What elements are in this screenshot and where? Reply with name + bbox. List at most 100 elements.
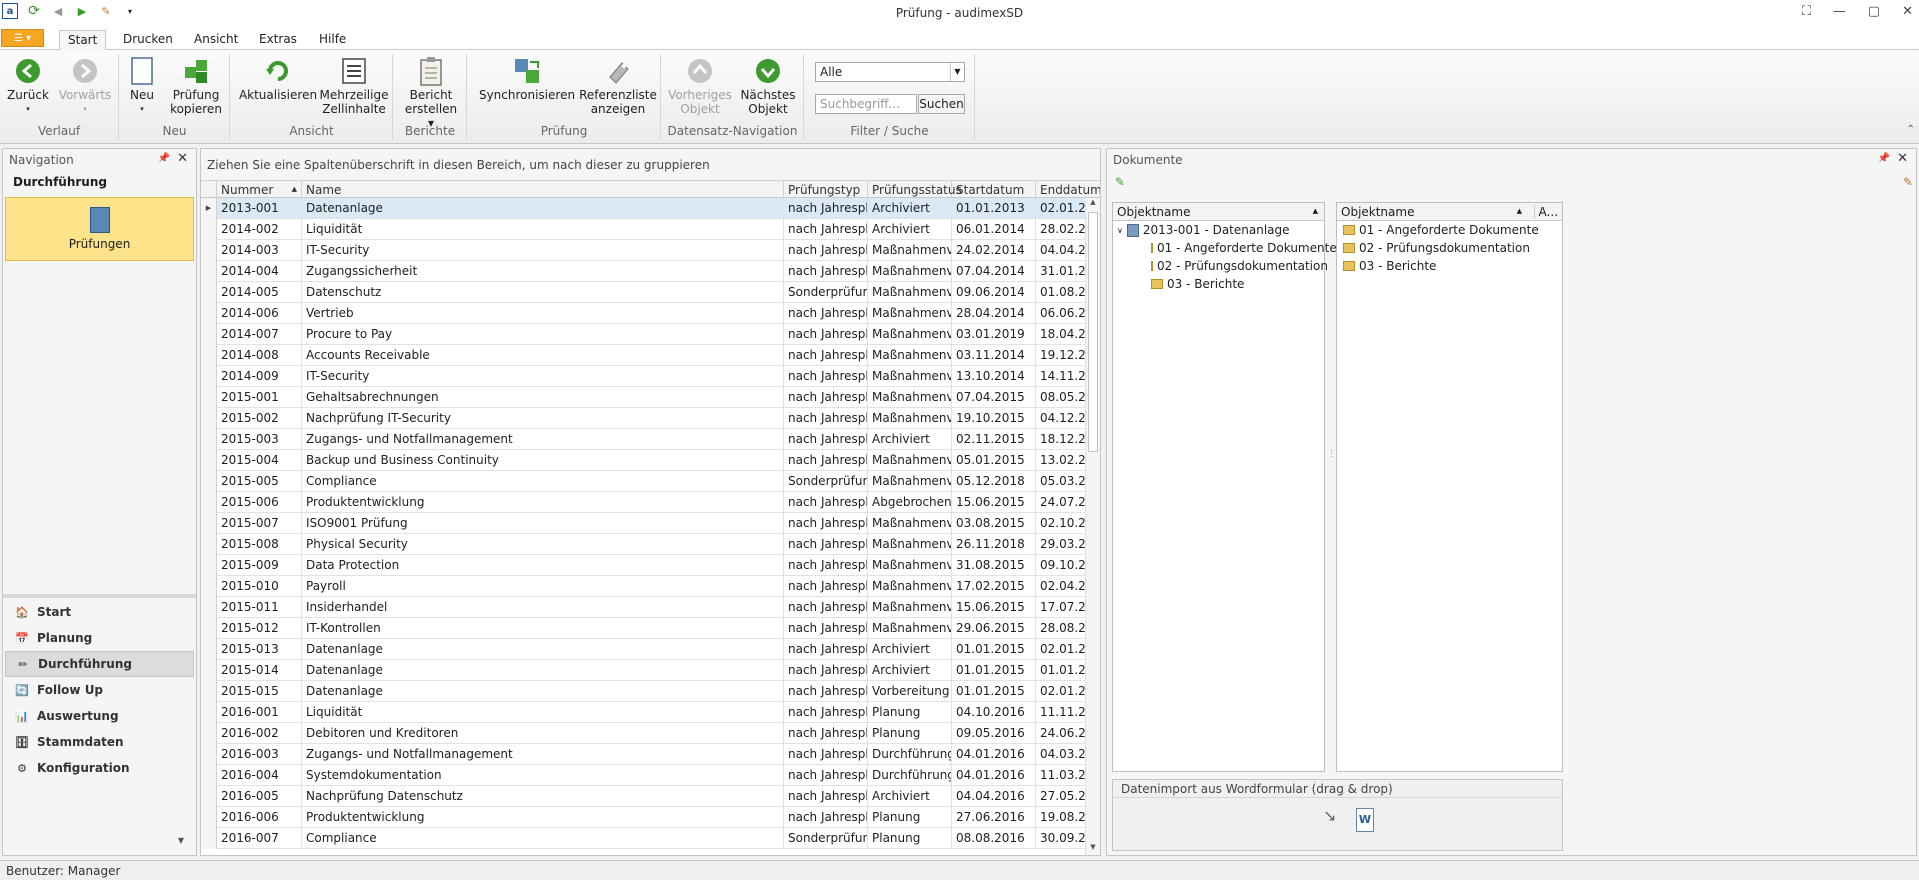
table-row[interactable]: 2016-004Systemdokumentationnach Jahrespl… <box>201 765 1100 786</box>
cell-startdatum[interactable]: 15.06.2015 <box>952 597 1036 618</box>
chevron-down-icon[interactable]: ▼ <box>178 836 184 845</box>
table-row[interactable]: 2015-010Payrollnach JahresplanMaßnahmenv… <box>201 576 1100 597</box>
cell-pruefungsstatus[interactable]: Maßnahmenver... <box>868 408 952 429</box>
next-object-button[interactable]: Nächstes Objekt <box>738 56 798 116</box>
close-icon[interactable]: ✕ <box>1902 4 1913 19</box>
cell-pruefungstyp[interactable]: nach Jahresplan <box>784 723 868 744</box>
cell-pruefungstyp[interactable]: nach Jahresplan <box>784 408 868 429</box>
cell-pruefungsstatus[interactable]: Archiviert <box>868 198 952 219</box>
list-item[interactable]: 02 - Prüfungsdokumentation <box>1337 239 1562 257</box>
column-header-enddatum[interactable]: Enddatum <box>1036 181 1100 198</box>
column-header-startdatum[interactable]: Startdatum <box>952 181 1036 198</box>
cell-nummer[interactable]: 2015-013 <box>217 639 302 660</box>
column-header-pruefungsstatus[interactable]: Prüfungsstatus <box>868 181 962 198</box>
table-row[interactable]: 2014-005DatenschutzSonderprüfungMaßnahme… <box>201 282 1100 303</box>
current-row-indicator-icon[interactable]: ▶ <box>201 198 217 219</box>
cell-pruefungsstatus[interactable]: Maßnahmenver... <box>868 366 952 387</box>
cell-pruefungstyp[interactable]: nach Jahresplan <box>784 786 868 807</box>
row-indicator[interactable] <box>201 450 217 471</box>
cell-startdatum[interactable]: 03.08.2015 <box>952 513 1036 534</box>
cell-nummer[interactable]: 2014-007 <box>217 324 302 345</box>
cell-nummer[interactable]: 2016-002 <box>217 723 302 744</box>
cell-startdatum[interactable]: 02.11.2015 <box>952 429 1036 450</box>
cell-name[interactable]: Compliance <box>302 828 784 849</box>
table-row[interactable]: 2015-005ComplianceSonderprüfungMaßnahmen… <box>201 471 1100 492</box>
cell-startdatum[interactable]: 04.01.2016 <box>952 744 1036 765</box>
maximize-icon[interactable]: ▢ <box>1868 4 1880 19</box>
cell-startdatum[interactable]: 06.01.2014 <box>952 219 1036 240</box>
row-indicator[interactable] <box>201 282 217 303</box>
cell-startdatum[interactable]: 07.04.2014 <box>952 261 1036 282</box>
reference-list-button[interactable]: Referenzliste anzeigen <box>579 56 657 116</box>
close-icon[interactable]: ✕ <box>177 151 188 166</box>
table-row[interactable]: 2016-003 Zugangs- und Notfallmanagement na… <box>201 744 1100 765</box>
cell-startdatum[interactable]: 01.01.2015 <box>952 681 1036 702</box>
cell-nummer[interactable]: 2014-009 <box>217 366 302 387</box>
cell-pruefungsstatus[interactable]: Maßnahmenver... <box>868 345 952 366</box>
column-header-nummer[interactable]: Nummer ▲ <box>217 181 302 198</box>
nav-item-follow-up[interactable]: 🔄 Follow Up <box>5 677 194 703</box>
cell-startdatum[interactable]: 01.01.2015 <box>952 639 1036 660</box>
filter-select[interactable]: Alle ▼ <box>815 62 965 82</box>
cell-nummer[interactable]: 2014-006 <box>217 303 302 324</box>
row-indicator[interactable] <box>201 639 217 660</box>
cell-pruefungsstatus[interactable]: Maßnahmenver... <box>868 450 952 471</box>
table-row[interactable]: 2015-003 Zugangs- und Notfallmanagement na… <box>201 429 1100 450</box>
cell-nummer[interactable]: 2016-001 <box>217 702 302 723</box>
nav-item-start[interactable]: 🏠 Start <box>5 599 194 625</box>
row-indicator[interactable] <box>201 513 217 534</box>
table-row[interactable]: 2014-004Zugangssicherheitnach Jahresplan… <box>201 261 1100 282</box>
table-row[interactable]: 2016-006Produktentwicklungnach Jahrespla… <box>201 807 1100 828</box>
table-row[interactable]: 2014-008Accounts Receivablenach Jahrespl… <box>201 345 1100 366</box>
cell-startdatum[interactable]: 17.02.2015 <box>952 576 1036 597</box>
cell-name[interactable]: Compliance <box>302 471 784 492</box>
cell-pruefungsstatus[interactable]: Maßnahmenver... <box>868 282 952 303</box>
cell-nummer[interactable]: 2014-003 <box>217 240 302 261</box>
cell-name[interactable]: Zugangssicherheit <box>302 261 784 282</box>
cell-startdatum[interactable]: 24.02.2014 <box>952 240 1036 261</box>
nav-item-stammdaten[interactable]: 🗄 Stammdaten <box>5 729 194 755</box>
cell-name[interactable]: Payroll <box>302 576 784 597</box>
scrollbar-thumb[interactable] <box>1088 212 1098 452</box>
row-indicator[interactable] <box>201 744 217 765</box>
cell-pruefungsstatus[interactable]: Planung <box>868 702 952 723</box>
row-indicator[interactable] <box>201 576 217 597</box>
cell-startdatum[interactable]: 04.10.2016 <box>952 702 1036 723</box>
table-row[interactable]: 2015-008Physical Securitynach Jahresplan… <box>201 534 1100 555</box>
row-indicator[interactable] <box>201 261 217 282</box>
cell-pruefungstyp[interactable]: nach Jahresplan <box>784 240 868 261</box>
cell-nummer[interactable]: 2015-005 <box>217 471 302 492</box>
cell-startdatum[interactable]: 04.04.2016 <box>952 786 1036 807</box>
cell-pruefungsstatus[interactable]: Planung <box>868 828 952 849</box>
cell-startdatum[interactable]: 08.08.2016 <box>952 828 1036 849</box>
row-indicator[interactable] <box>201 534 217 555</box>
cell-nummer[interactable]: 2015-004 <box>217 450 302 471</box>
cell-nummer[interactable]: 2016-003 <box>217 744 302 765</box>
cell-pruefungsstatus[interactable]: Abgebrochen <box>868 492 952 513</box>
tree-node-root[interactable]: ∨ 2013-001 - Datenanlage <box>1113 221 1324 239</box>
cell-name[interactable]: Zugangs- und Notfallmanagement <box>302 429 784 450</box>
cell-nummer[interactable]: 2016-005 <box>217 786 302 807</box>
table-row[interactable]: 2016-002 Debitoren und Kreditoren nach Jah… <box>201 723 1100 744</box>
cell-pruefungsstatus[interactable]: Archiviert <box>868 639 952 660</box>
cell-pruefungsstatus[interactable]: Maßnahmenver... <box>868 303 952 324</box>
cell-startdatum[interactable]: 27.06.2016 <box>952 807 1036 828</box>
cell-name[interactable]: Datenanlage <box>302 639 784 660</box>
note-tool-icon[interactable]: ✎ <box>1903 175 1913 189</box>
row-indicator[interactable] <box>201 345 217 366</box>
cell-pruefungstyp[interactable]: nach Jahresplan <box>784 534 868 555</box>
vertical-scrollbar[interactable]: ▲ ▼ <box>1085 198 1100 855</box>
cell-startdatum[interactable]: 01.01.2013 <box>952 198 1036 219</box>
row-indicator[interactable] <box>201 324 217 345</box>
table-row[interactable]: 2014-009IT-Securitynach JahresplanMaßnah… <box>201 366 1100 387</box>
table-row[interactable]: 2015-011Insiderhandelnach JahresplanMaßn… <box>201 597 1100 618</box>
cell-pruefungstyp[interactable]: nach Jahresplan <box>784 219 868 240</box>
table-row[interactable]: 2015-015Datenanlagenach JahresplanVorber… <box>201 681 1100 702</box>
cell-startdatum[interactable]: 13.10.2014 <box>952 366 1036 387</box>
cell-nummer[interactable]: 2015-007 <box>217 513 302 534</box>
forward-button[interactable]: Vorwärts ▾ <box>56 56 114 116</box>
cell-startdatum[interactable]: 19.10.2015 <box>952 408 1036 429</box>
back-button[interactable]: Zurück ▾ <box>6 56 50 116</box>
collapse-ribbon-icon[interactable]: ⌃ <box>1907 124 1915 135</box>
cell-nummer[interactable]: 2015-011 <box>217 597 302 618</box>
